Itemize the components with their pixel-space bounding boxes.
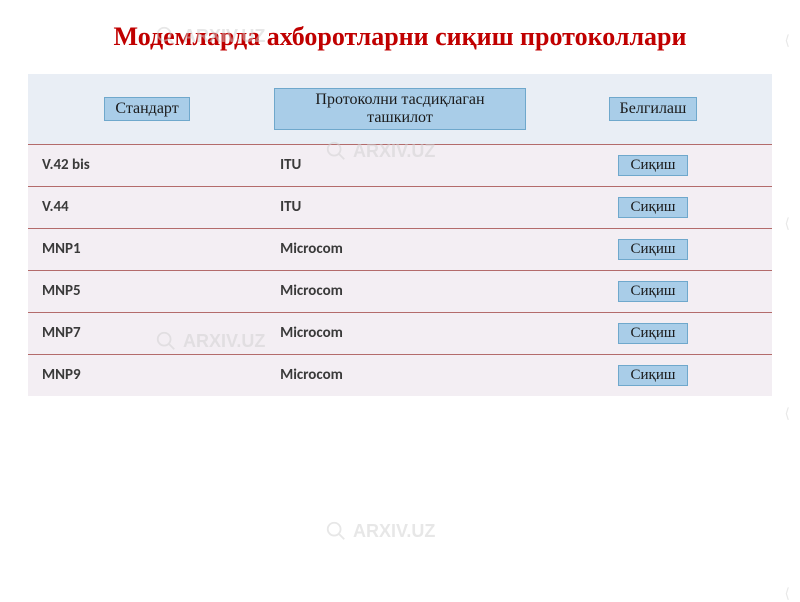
table-row: MNP7 Microcom Сиқиш bbox=[28, 312, 772, 354]
header-box: Белгилаш bbox=[609, 97, 698, 121]
col-header-org: Протоколни тасдиқлаган ташкилот bbox=[266, 74, 534, 145]
watermark-dash: ⟨ bbox=[785, 405, 790, 422]
protocols-table: Стандарт Протоколни тасдиқлаган ташкилот… bbox=[28, 74, 772, 396]
page-title: Модемларда ахборотларни сиқиш протоколла… bbox=[0, 0, 800, 64]
label-box: Сиқиш bbox=[618, 365, 689, 386]
table-row: MNP5 Microcom Сиқиш bbox=[28, 270, 772, 312]
label-box: Сиқиш bbox=[618, 155, 689, 176]
table-row: MNP9 Microcom Сиқиш bbox=[28, 354, 772, 396]
watermark-dash: ⟨ bbox=[785, 215, 790, 232]
cell-label: Сиқиш bbox=[534, 312, 772, 354]
magnifier-icon bbox=[325, 520, 347, 542]
watermark-dash: ⟨ bbox=[785, 585, 790, 602]
cell-label: Сиқиш bbox=[534, 228, 772, 270]
label-box: Сиқиш bbox=[618, 323, 689, 344]
cell-org: Microcom bbox=[266, 228, 534, 270]
cell-org: Microcom bbox=[266, 270, 534, 312]
cell-standard: MNP1 bbox=[28, 228, 266, 270]
table-row: V.42 bis ITU Сиқиш bbox=[28, 144, 772, 186]
label-box: Сиқиш bbox=[618, 281, 689, 302]
cell-label: Сиқиш bbox=[534, 186, 772, 228]
cell-org: ITU bbox=[266, 144, 534, 186]
table-header-row: Стандарт Протоколни тасдиқлаган ташкилот… bbox=[28, 74, 772, 145]
cell-label: Сиқиш bbox=[534, 144, 772, 186]
cell-standard: MNP5 bbox=[28, 270, 266, 312]
cell-label: Сиқиш bbox=[534, 270, 772, 312]
cell-org: Microcom bbox=[266, 312, 534, 354]
watermark: ARXIV.UZ bbox=[325, 520, 435, 542]
label-box: Сиқиш bbox=[618, 197, 689, 218]
watermark-dash: ⟨ bbox=[785, 32, 790, 49]
watermark-text: ARXIV.UZ bbox=[353, 521, 435, 542]
cell-standard: MNP9 bbox=[28, 354, 266, 396]
col-header-label: Белгилаш bbox=[534, 74, 772, 145]
label-box: Сиқиш bbox=[618, 239, 689, 260]
table-row: MNP1 Microcom Сиқиш bbox=[28, 228, 772, 270]
cell-standard: MNP7 bbox=[28, 312, 266, 354]
header-box: Протоколни тасдиқлаган ташкилот bbox=[274, 88, 526, 130]
protocols-table-wrap: Стандарт Протоколни тасдиқлаган ташкилот… bbox=[28, 74, 772, 396]
cell-standard: V.42 bis bbox=[28, 144, 266, 186]
cell-label: Сиқиш bbox=[534, 354, 772, 396]
table-row: V.44 ITU Сиқиш bbox=[28, 186, 772, 228]
cell-org: Microcom bbox=[266, 354, 534, 396]
cell-standard: V.44 bbox=[28, 186, 266, 228]
col-header-standard: Стандарт bbox=[28, 74, 266, 145]
cell-org: ITU bbox=[266, 186, 534, 228]
header-box: Стандарт bbox=[104, 97, 189, 121]
